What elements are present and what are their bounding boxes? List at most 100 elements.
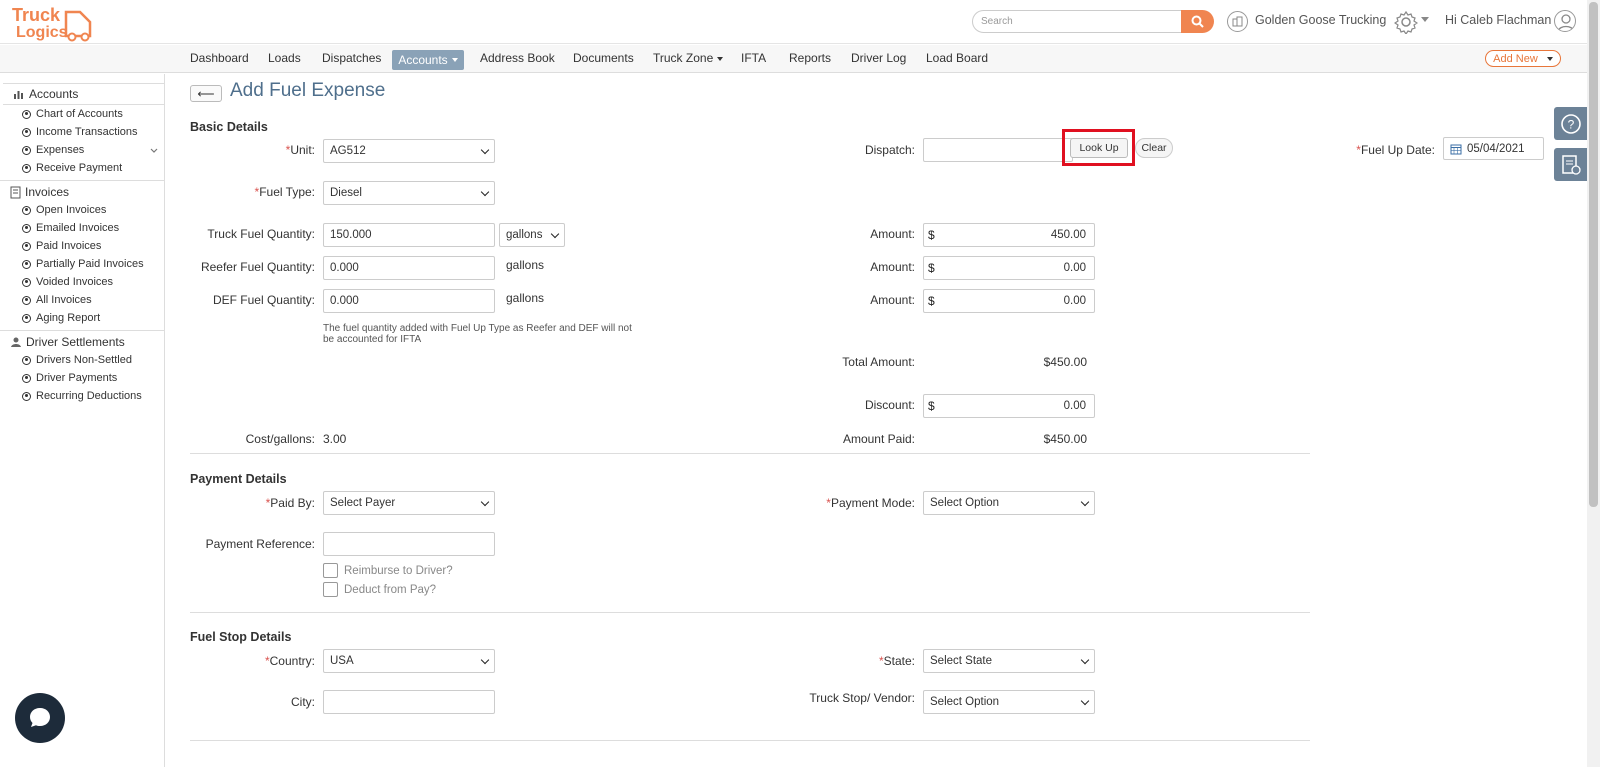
sidebar-item-driver-payments[interactable]: Driver Payments [22, 372, 117, 384]
nav-accounts[interactable]: Accounts [392, 50, 464, 70]
dispatch-input[interactable] [923, 138, 1073, 162]
reimburse-checkbox-row[interactable]: Reimburse to Driver? [323, 563, 453, 578]
sidebar-item-drivers-non-settled[interactable]: Drivers Non-Settled [22, 354, 132, 366]
sidebar-section-invoices[interactable]: Invoices [0, 181, 165, 203]
bullet-icon [22, 277, 31, 287]
nav-ifta[interactable]: IFTA [741, 51, 766, 65]
bullet-icon [22, 241, 31, 251]
nav-dashboard[interactable]: Dashboard [190, 51, 249, 65]
add-new-button[interactable]: Add New [1485, 50, 1561, 67]
payment-reference-label: Payment Reference: [205, 537, 315, 551]
payment-reference-input[interactable] [323, 532, 495, 556]
discount-input[interactable]: $0.00 [923, 394, 1095, 418]
search-input[interactable]: Search [972, 10, 1182, 33]
payment-mode-value: Select Option [930, 497, 1000, 509]
company-name[interactable]: Golden Goose Trucking [1255, 13, 1386, 27]
def-amount-value: 0.00 [1063, 295, 1086, 307]
clear-button[interactable]: Clear [1135, 138, 1173, 158]
unit-label-text: Unit: [290, 143, 315, 157]
country-select[interactable]: USA [323, 649, 495, 673]
deduct-label: Deduct from Pay? [344, 583, 437, 596]
chevron-down-icon[interactable] [150, 148, 158, 154]
driver-icon [11, 337, 21, 347]
sidebar-section-driver-settlements[interactable]: Driver Settlements [0, 331, 165, 353]
invoice-icon [10, 186, 21, 198]
sidebar-item-chart-of-accounts[interactable]: Chart of Accounts [22, 108, 123, 120]
fuel-type-select[interactable]: Diesel [323, 181, 495, 205]
nav-truck-zone[interactable]: Truck Zone [653, 51, 723, 65]
bullet-icon [22, 145, 31, 155]
truck-logics-logo[interactable]: Truck Logics [10, 4, 94, 42]
sidebar-item-all-invoices[interactable]: All Invoices [22, 294, 92, 306]
sidebar-item-open-invoices[interactable]: Open Invoices [22, 204, 106, 216]
total-amount-label: Total Amount: [842, 355, 915, 369]
vendor-select[interactable]: Select Option [923, 690, 1095, 714]
sidebar-item-aging-report[interactable]: Aging Report [22, 312, 100, 324]
city-input[interactable] [323, 690, 495, 714]
sidebar-item-expenses[interactable]: Expenses [22, 144, 84, 156]
search-icon [1191, 15, 1204, 28]
sidebar-item-voided-invoices[interactable]: Voided Invoices [22, 276, 113, 288]
ifta-note: The fuel quantity added with Fuel Up Typ… [323, 323, 632, 345]
back-button[interactable]: ⟵ [190, 85, 222, 102]
sidebar-item-label: Open Invoices [36, 204, 107, 216]
user-greeting[interactable]: Hi Caleb Flachman [1445, 13, 1551, 27]
gear-icon[interactable] [1394, 10, 1418, 34]
truck-fuel-qty-input[interactable]: 150.000 [323, 223, 495, 247]
vertical-scrollbar[interactable] [1587, 0, 1600, 767]
sidebar-item-receive-payment[interactable]: Receive Payment [22, 162, 122, 174]
sidebar-item-recurring-deductions[interactable]: Recurring Deductions [22, 390, 142, 402]
sidebar-item-paid-invoices[interactable]: Paid Invoices [22, 240, 101, 252]
amount-paid-label: Amount Paid: [842, 432, 915, 446]
fuel-up-date-input[interactable]: 05/04/2021 [1443, 137, 1544, 160]
nav-load-board[interactable]: Load Board [926, 51, 988, 65]
nav-driver-log[interactable]: Driver Log [851, 51, 906, 65]
search-button[interactable] [1181, 10, 1214, 33]
unit-label: *Unit: [250, 143, 315, 157]
truck-amount-value: 450.00 [1050, 229, 1086, 241]
truck-fuel-unit-select[interactable]: gallons [499, 223, 565, 247]
reefer-fuel-qty-input[interactable]: 0.000 [323, 256, 495, 280]
fuel-up-date-value: 05/04/2021 [1467, 142, 1525, 155]
truck-amount-input[interactable]: $450.00 [923, 223, 1095, 247]
state-select[interactable]: Select State [923, 649, 1095, 673]
reefer-amount-label: Amount: [870, 260, 915, 274]
chat-widget-button[interactable] [15, 693, 65, 743]
nav-address-book[interactable]: Address Book [480, 51, 555, 65]
sidebar-section-accounts[interactable]: Accounts [3, 83, 165, 105]
nav-dispatches[interactable]: Dispatches [322, 51, 381, 65]
unit-select[interactable]: AG512 [323, 139, 495, 163]
country-label: *Country: [230, 654, 315, 668]
reefer-amount-input[interactable]: $0.00 [923, 256, 1095, 280]
def-amount-input[interactable]: $0.00 [923, 289, 1095, 313]
nav-accounts-label: Accounts [398, 53, 448, 67]
nav-reports[interactable]: Reports [789, 51, 831, 65]
scrollbar-thumb[interactable] [1589, 2, 1598, 507]
top-header: Truck Logics Search Golden Goose Truckin… [0, 0, 1587, 44]
bullet-icon [22, 109, 31, 119]
sidebar-item-partially-paid-invoices[interactable]: Partially Paid Invoices [22, 258, 144, 270]
avatar[interactable] [1554, 10, 1576, 32]
calendar-icon[interactable] [1450, 143, 1462, 155]
sidebar-section-label: Accounts [29, 87, 79, 101]
nav-documents[interactable]: Documents [573, 51, 634, 65]
lookup-button[interactable]: Look Up [1070, 138, 1128, 158]
help-button[interactable]: ? [1554, 107, 1587, 140]
sidebar-item-label: Expenses [36, 144, 85, 156]
sidebar-item-label: Paid Invoices [36, 240, 102, 252]
section-fuel-stop-details: Fuel Stop Details [190, 630, 292, 644]
chevron-down-icon [1080, 497, 1090, 506]
deduct-checkbox[interactable] [323, 582, 338, 597]
sidebar-item-emailed-invoices[interactable]: Emailed Invoices [22, 222, 119, 234]
nav-loads[interactable]: Loads [268, 51, 301, 65]
paid-by-select[interactable]: Select Payer [323, 491, 495, 515]
payment-mode-select[interactable]: Select Option [923, 491, 1095, 515]
report-button[interactable] [1554, 148, 1587, 181]
sidebar-item-income-transactions[interactable]: Income Transactions [22, 126, 138, 138]
settings-caret-icon[interactable] [1421, 17, 1429, 22]
def-fuel-qty-input[interactable]: 0.000 [323, 289, 495, 313]
company-icon[interactable] [1227, 11, 1248, 32]
deduct-checkbox-row[interactable]: Deduct from Pay? [323, 582, 436, 597]
reimburse-checkbox[interactable] [323, 563, 338, 578]
sidebar-item-label: Income Transactions [36, 126, 138, 138]
